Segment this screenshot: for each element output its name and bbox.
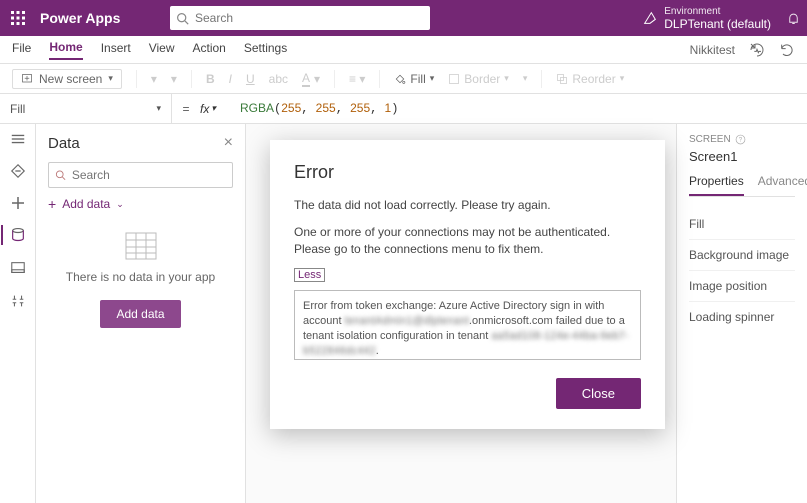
new-screen-button[interactable]: New screen ▾ <box>12 69 122 89</box>
align-objects-button: ▾ <box>523 73 528 84</box>
reorder-button: Reorder ▾ <box>556 72 624 86</box>
chevron-down-icon: ▾ <box>156 103 161 114</box>
data-search-input[interactable] <box>72 168 226 182</box>
table-icon <box>125 232 157 260</box>
equals-label: = <box>172 102 200 116</box>
data-empty-state: There is no data in your app Add data <box>48 232 233 328</box>
notifications-icon[interactable] <box>779 0 807 36</box>
inspector-object-name: Screen1 <box>689 149 795 164</box>
close-button[interactable]: Close <box>556 378 641 409</box>
chevron-down-icon: ⌄ <box>116 199 124 210</box>
app-brand: Power Apps <box>40 10 160 26</box>
align-button: ≡ ▾ <box>349 72 365 86</box>
tab-home[interactable]: Home <box>49 40 82 60</box>
data-search[interactable] <box>48 162 233 188</box>
underline-button: U <box>246 72 255 86</box>
toggle-details-link[interactable]: Less <box>294 268 325 282</box>
tab-advanced[interactable]: Advanced <box>758 174 807 196</box>
inspector-tabs: Properties Advanced <box>689 174 795 197</box>
bold-button: B <box>206 72 215 86</box>
left-rail <box>0 124 36 503</box>
border-icon <box>448 73 460 85</box>
tab-action[interactable]: Action <box>193 41 226 59</box>
error-dialog: Error The data did not load correctly. P… <box>270 140 665 429</box>
global-search-input[interactable] <box>195 11 424 25</box>
font-color-button: A ▾ <box>302 71 320 87</box>
close-icon[interactable]: × <box>224 134 233 152</box>
font-size: ▾ <box>171 72 177 86</box>
data-empty-message: There is no data in your app <box>48 270 233 284</box>
property-selector[interactable]: Fill ▾ <box>0 94 172 124</box>
formula-input[interactable]: RGBA(255, 255, 255, 1) <box>240 101 398 116</box>
tab-properties[interactable]: Properties <box>689 174 744 196</box>
tab-settings[interactable]: Settings <box>244 41 287 59</box>
global-search[interactable] <box>170 6 430 30</box>
undo-icon[interactable] <box>779 42 795 58</box>
rail-insert-icon[interactable] <box>10 163 26 182</box>
strike-button: abc <box>269 72 288 86</box>
fx-button[interactable]: fx▾ <box>200 102 240 116</box>
ribbon-tabs: File Home Insert View Action Settings Ni… <box>0 36 807 64</box>
environment-label: Environment <box>664 6 771 18</box>
formula-bar: Fill ▾ = fx▾ RGBA(255, 255, 255, 1) <box>0 94 807 124</box>
health-check-icon[interactable] <box>749 42 765 58</box>
chevron-down-icon: ▾ <box>108 73 113 84</box>
properties-panel: SCREEN ? Screen1 Properties Advanced Fil… <box>677 124 807 503</box>
rail-tools-icon[interactable] <box>10 293 26 312</box>
rail-data-icon[interactable] <box>10 227 26 246</box>
app-topbar: Power Apps Environment DLPTenant (defaul… <box>0 0 807 36</box>
app-launcher-icon[interactable] <box>0 0 36 36</box>
data-panel-title: Data <box>48 135 80 152</box>
prop-fill[interactable]: Fill <box>689 209 795 240</box>
fill-icon <box>394 73 406 85</box>
data-panel: Data × + Add data ⌄ There is no data in … <box>36 124 246 503</box>
tab-view[interactable]: View <box>149 41 175 59</box>
rail-add-icon[interactable] <box>11 196 25 213</box>
environment-name: DLPTenant (default) <box>664 18 771 30</box>
add-data-button[interactable]: Add data <box>100 300 180 328</box>
ribbon-toolbar: New screen ▾ ▾ ▾ B I U abc A ▾ ≡ ▾ Fill … <box>0 64 807 94</box>
tab-file[interactable]: File <box>12 41 31 59</box>
dialog-message-2: One or more of your connections may not … <box>294 224 641 258</box>
dialog-title: Error <box>294 162 641 183</box>
add-data-link[interactable]: + Add data ⌄ <box>48 196 233 212</box>
search-icon <box>176 12 189 25</box>
prop-loading-spinner[interactable]: Loading spinner <box>689 302 795 332</box>
search-icon <box>55 169 66 181</box>
user-name[interactable]: Nikkitest <box>690 43 735 57</box>
fill-button[interactable]: Fill ▾ <box>394 72 434 86</box>
environment-picker[interactable]: Environment DLPTenant (default) <box>642 6 779 30</box>
prop-image-position[interactable]: Image position <box>689 271 795 302</box>
tab-insert[interactable]: Insert <box>101 41 131 59</box>
rail-media-icon[interactable] <box>10 260 26 279</box>
inspector-section-label: SCREEN ? <box>689 134 795 145</box>
error-details-box[interactable]: Error from token exchange: Azure Active … <box>294 290 641 360</box>
environment-icon <box>642 10 658 26</box>
border-button: Border ▾ <box>448 72 509 86</box>
rail-tree-view-icon[interactable] <box>10 132 26 149</box>
svg-text:?: ? <box>738 137 742 144</box>
reorder-icon <box>556 73 568 85</box>
help-icon[interactable]: ? <box>735 134 746 145</box>
font-picker: ▾ <box>151 72 157 86</box>
dialog-message-1: The data did not load correctly. Please … <box>294 197 641 214</box>
new-screen-icon <box>21 73 33 85</box>
redacted-account: tenantAdmin1@dlptenant <box>345 315 469 327</box>
prop-background-image[interactable]: Background image <box>689 240 795 271</box>
italic-button: I <box>229 72 232 86</box>
